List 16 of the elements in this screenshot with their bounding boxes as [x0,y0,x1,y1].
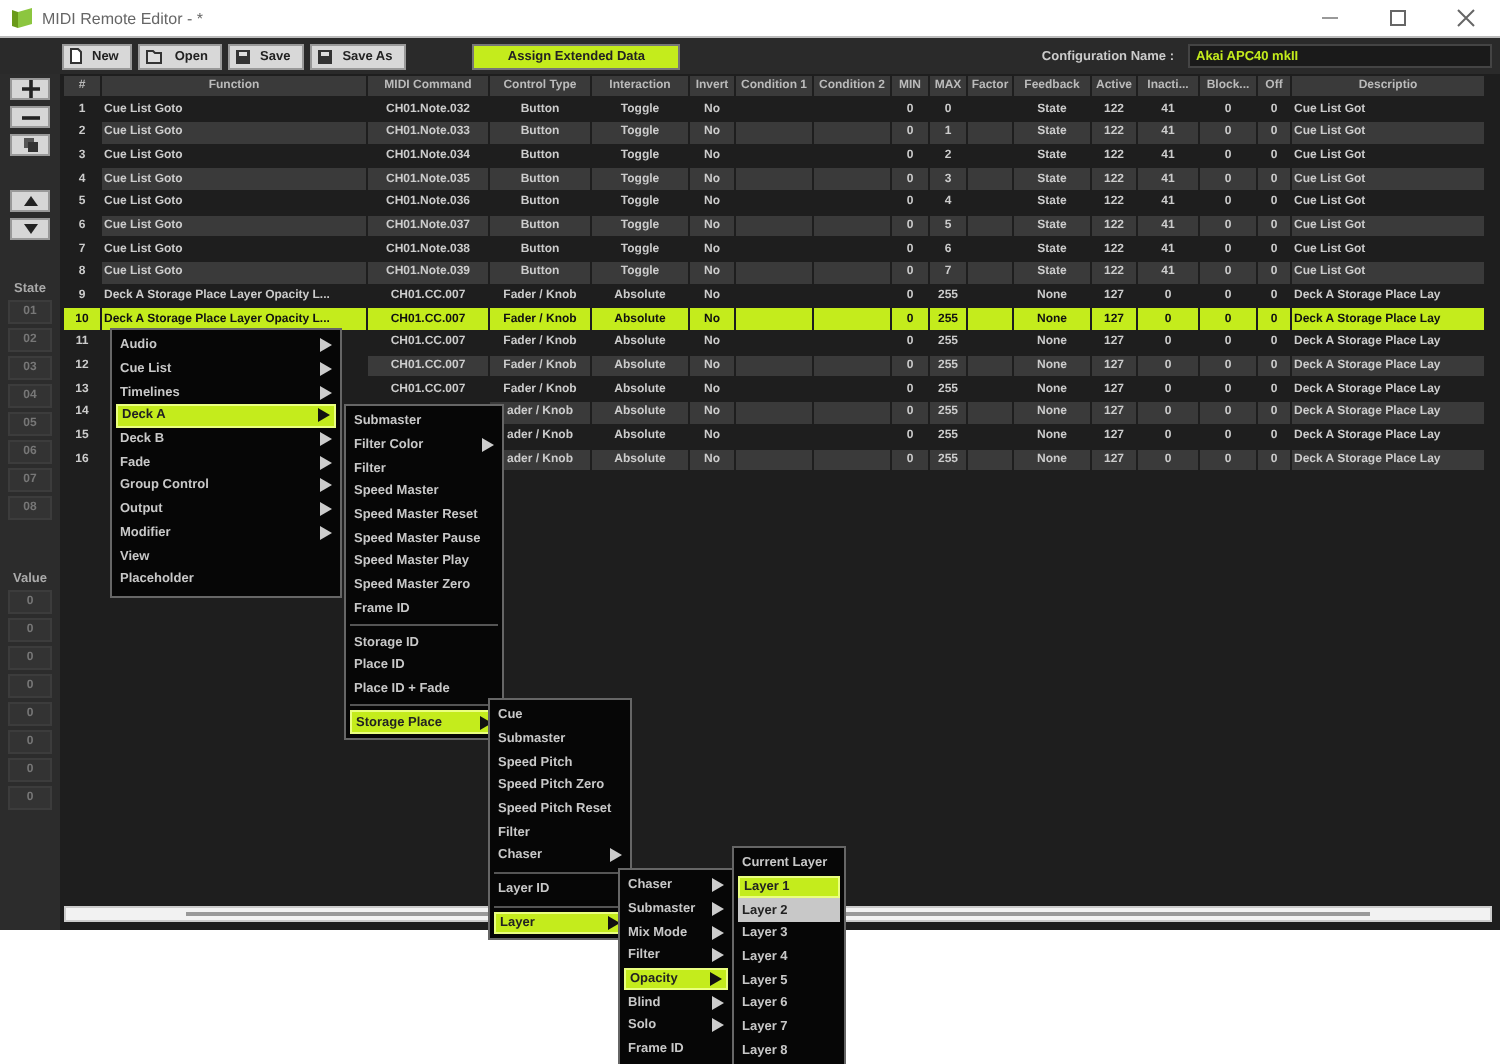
document-icon [70,48,82,64]
down-arrow-icon [23,224,37,234]
move-down-button[interactable] [10,218,50,240]
plus-button[interactable] [10,78,50,100]
folder-icon [146,49,165,63]
submenu-arrow-icon [610,848,622,863]
plus-icon [21,80,39,98]
submenu-arrow-icon [482,438,494,453]
copy-icon [23,138,37,152]
window-title: MIDI Remote Editor - * [42,9,203,27]
copy-button[interactable] [10,134,50,156]
up-arrow-icon [23,196,37,206]
move-up-button[interactable] [10,190,50,212]
app-logo-icon [12,8,32,28]
minus-button[interactable] [10,106,50,128]
minus-icon [21,115,39,119]
